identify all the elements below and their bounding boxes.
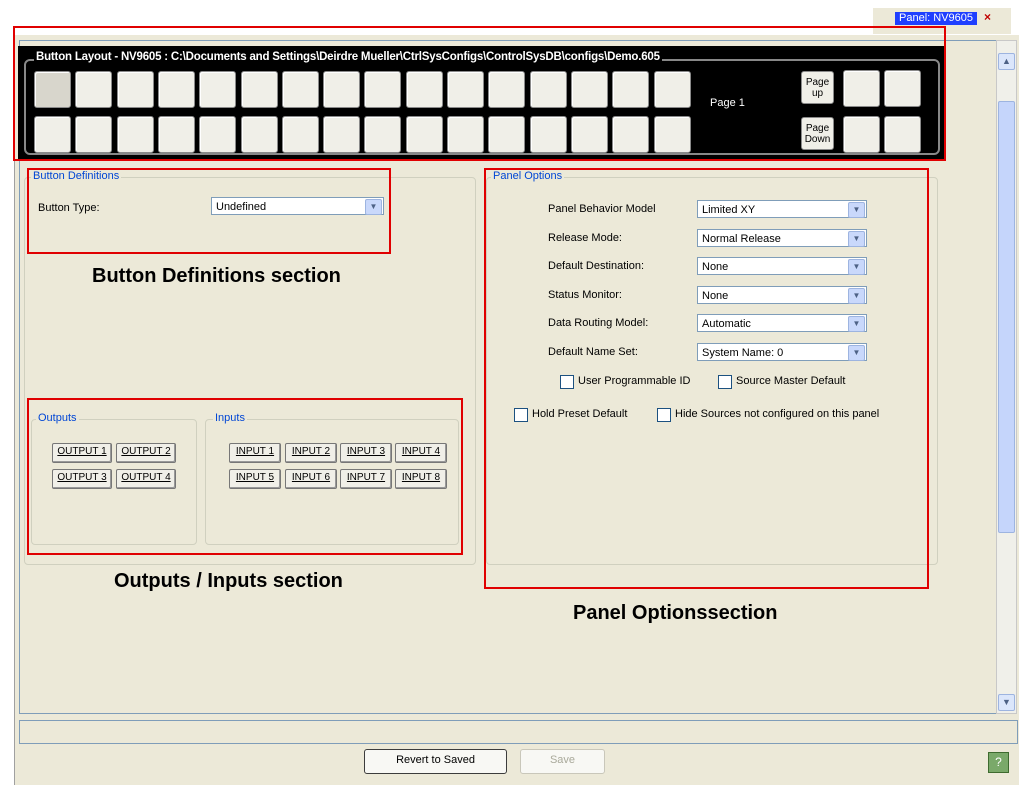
caption-outputs-inputs: Outputs / Inputs section — [114, 570, 343, 592]
panel-tab-label[interactable]: Panel: NV9605 — [895, 12, 977, 25]
annotation-box-outputs-inputs — [27, 398, 463, 555]
scroll-down-icon[interactable]: ▼ — [998, 694, 1015, 711]
annotation-box-button-layout — [13, 26, 946, 161]
scrollbar-thumb[interactable] — [998, 101, 1015, 533]
status-bar — [19, 720, 1018, 744]
scroll-up-icon[interactable]: ▲ — [998, 53, 1015, 70]
vertical-scrollbar[interactable]: ▲ ▼ — [996, 40, 1017, 714]
caption-panel-options: Panel Optionssection — [573, 602, 778, 624]
annotation-box-panel-options — [484, 168, 929, 589]
help-icon[interactable]: ? — [988, 752, 1009, 773]
close-icon[interactable]: × — [984, 10, 991, 24]
annotation-box-button-definitions — [27, 168, 391, 254]
save-button[interactable]: Save — [520, 749, 605, 774]
caption-button-definitions: Button Definitions section — [92, 265, 341, 287]
revert-to-saved-button[interactable]: Revert to Saved — [364, 749, 507, 774]
